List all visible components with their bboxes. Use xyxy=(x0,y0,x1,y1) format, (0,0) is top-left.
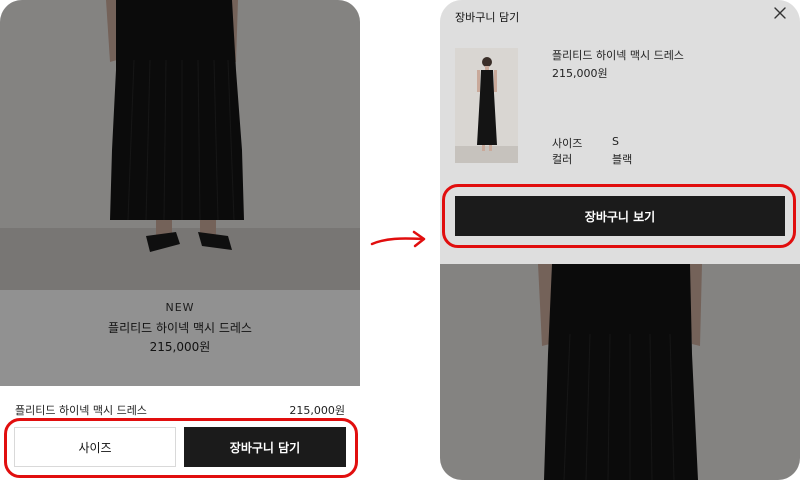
add-to-cart-sheet: 장바구니 담기 플리티드 하이넥 맥시 드레스 215,000원 사이즈 S 컬… xyxy=(440,0,800,264)
add-to-cart-button[interactable]: 장바구니 담기 xyxy=(184,427,346,467)
cart-item-name: 플리티드 하이넥 맥시 드레스 xyxy=(552,49,684,62)
product-detail-screen: NEW 플리티드 하이넥 맥시 드레스 215,000원 플리티드 하이넥 맥시… xyxy=(0,0,360,480)
option-label-size: 사이즈 xyxy=(552,137,583,150)
arrow-right-icon xyxy=(370,230,426,248)
close-icon[interactable] xyxy=(772,5,788,21)
option-value-size: S xyxy=(612,135,619,148)
option-label-color: 컬러 xyxy=(552,153,573,166)
bar-product-price: 215,000원 xyxy=(289,404,345,417)
product-thumbnail xyxy=(455,48,518,163)
dim-overlay xyxy=(440,264,800,480)
bar-product-name: 플리티드 하이넥 맥시 드레스 xyxy=(15,404,147,417)
dim-overlay xyxy=(0,0,360,386)
view-cart-button[interactable]: 장바구니 보기 xyxy=(455,196,785,236)
cart-item-price: 215,000원 xyxy=(552,67,608,80)
size-button[interactable]: 사이즈 xyxy=(14,427,176,467)
sheet-title: 장바구니 담기 xyxy=(455,11,520,24)
option-value-color: 블랙 xyxy=(612,153,633,166)
thumbnail-image xyxy=(455,48,518,163)
cart-sheet-screen: 장바구니 담기 플리티드 하이넥 맥시 드레스 215,000원 사이즈 S 컬… xyxy=(440,0,800,480)
